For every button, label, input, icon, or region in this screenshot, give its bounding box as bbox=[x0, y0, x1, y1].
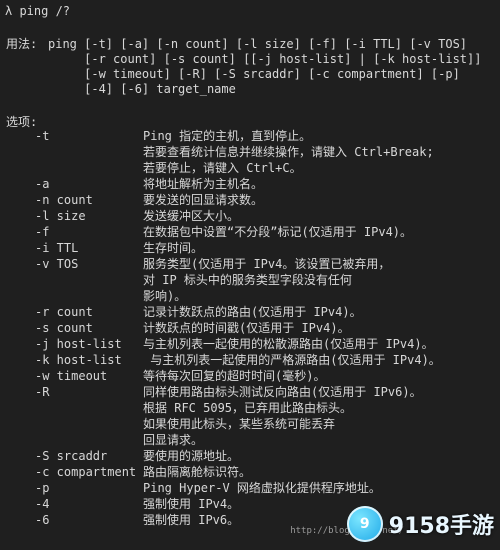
option-desc: 在数据包中设置“不分段”标记(仅适用于 IPv4)。 bbox=[143, 225, 413, 239]
option-key: -r count bbox=[35, 305, 93, 319]
option-key: -i TTL bbox=[35, 241, 79, 255]
watermark-text: 9158手游 bbox=[388, 514, 494, 539]
option-desc: 同样使用路由标头测试反向路由(仅适用于 IPv6)。 bbox=[143, 385, 422, 399]
option-desc: 强制使用 IPv4。 bbox=[143, 497, 240, 511]
option-desc: 计数跃点的时间戳(仅适用于 IPv4)。 bbox=[143, 321, 350, 335]
option-desc: 影响)。 bbox=[143, 289, 187, 303]
option-key: -f bbox=[35, 225, 50, 239]
option-desc: 对 IP 标头中的服务类型字段没有任何 bbox=[143, 273, 352, 287]
usage-line-4: [-4] [-6] target_name bbox=[48, 82, 236, 96]
option-desc: 发送缓冲区大小。 bbox=[143, 209, 240, 223]
option-key: -S srcaddr bbox=[35, 449, 108, 463]
option-desc: 若要查看统计信息并继续操作，请键入 Ctrl+Break; bbox=[143, 145, 434, 159]
options-label: 选项: bbox=[6, 115, 38, 129]
option-key: -R bbox=[35, 385, 50, 399]
option-key: -c compartment bbox=[35, 465, 137, 479]
option-desc: 服务类型(仅适用于 IPv4。该设置已被弃用， bbox=[143, 257, 391, 271]
option-desc: 与主机列表一起使用的严格源路由(仅适用于 IPv4)。 bbox=[143, 353, 441, 367]
option-key: -n count bbox=[35, 193, 93, 207]
option-desc: Ping Hyper-V 网络虚拟化提供程序地址。 bbox=[143, 481, 381, 495]
option-desc: 要发送的回显请求数。 bbox=[143, 193, 264, 207]
usage-label: 用法: bbox=[6, 37, 38, 51]
option-desc: 根据 RFC 5095，已弃用此路由标头。 bbox=[143, 401, 353, 415]
option-desc: 将地址解析为主机名。 bbox=[143, 177, 264, 191]
option-key: -j host-list bbox=[35, 337, 122, 351]
option-key: -p bbox=[35, 481, 50, 495]
option-desc: 等待每次回复的超时时间(毫秒)。 bbox=[143, 369, 326, 383]
option-key: -4 bbox=[35, 497, 50, 511]
command-prompt: λ ping /? bbox=[5, 4, 71, 18]
option-key: -v TOS bbox=[35, 257, 79, 271]
option-desc: Ping 指定的主机，直到停止。 bbox=[143, 129, 312, 143]
option-desc: 若要停止，请键入 Ctrl+C。 bbox=[143, 161, 302, 175]
option-key: -l size bbox=[35, 209, 86, 223]
option-desc: 强制使用 IPv6。 bbox=[143, 513, 240, 527]
terminal-window: λ ping /? 用法: ping [-t] [-a] [-n count] … bbox=[0, 0, 500, 550]
option-key: -a bbox=[35, 177, 50, 191]
option-desc: 回显请求。 bbox=[143, 433, 204, 447]
option-desc: 如果使用此标头，某些系统可能丢弃 bbox=[143, 417, 336, 431]
watermark-logo-icon: 9 bbox=[346, 506, 383, 542]
option-desc: 记录计数跃点的路由(仅适用于 IPv4)。 bbox=[143, 305, 362, 319]
watermark: 9 9158手游 bbox=[346, 506, 494, 542]
usage-line-3: [-w timeout] [-R] [-S srcaddr] [-c compa… bbox=[48, 67, 460, 81]
option-desc: 生存时间。 bbox=[143, 241, 204, 255]
usage-line-1: ping [-t] [-a] [-n count] [-l size] [-f]… bbox=[48, 37, 468, 51]
option-key: -t bbox=[35, 129, 50, 143]
option-desc: 与主机列表一起使用的松散源路由(仅适用于 IPv4)。 bbox=[143, 337, 434, 351]
option-key: -6 bbox=[35, 513, 50, 527]
usage-line-2: [-r count] [-s count] [[-j host-list] | … bbox=[48, 52, 482, 66]
option-desc: 要使用的源地址。 bbox=[143, 449, 240, 463]
option-desc: 路由隔离舱标识符。 bbox=[143, 465, 252, 479]
option-key: -w timeout bbox=[35, 369, 108, 383]
option-key: -k host-list bbox=[35, 353, 122, 367]
option-key: -s count bbox=[35, 321, 93, 335]
